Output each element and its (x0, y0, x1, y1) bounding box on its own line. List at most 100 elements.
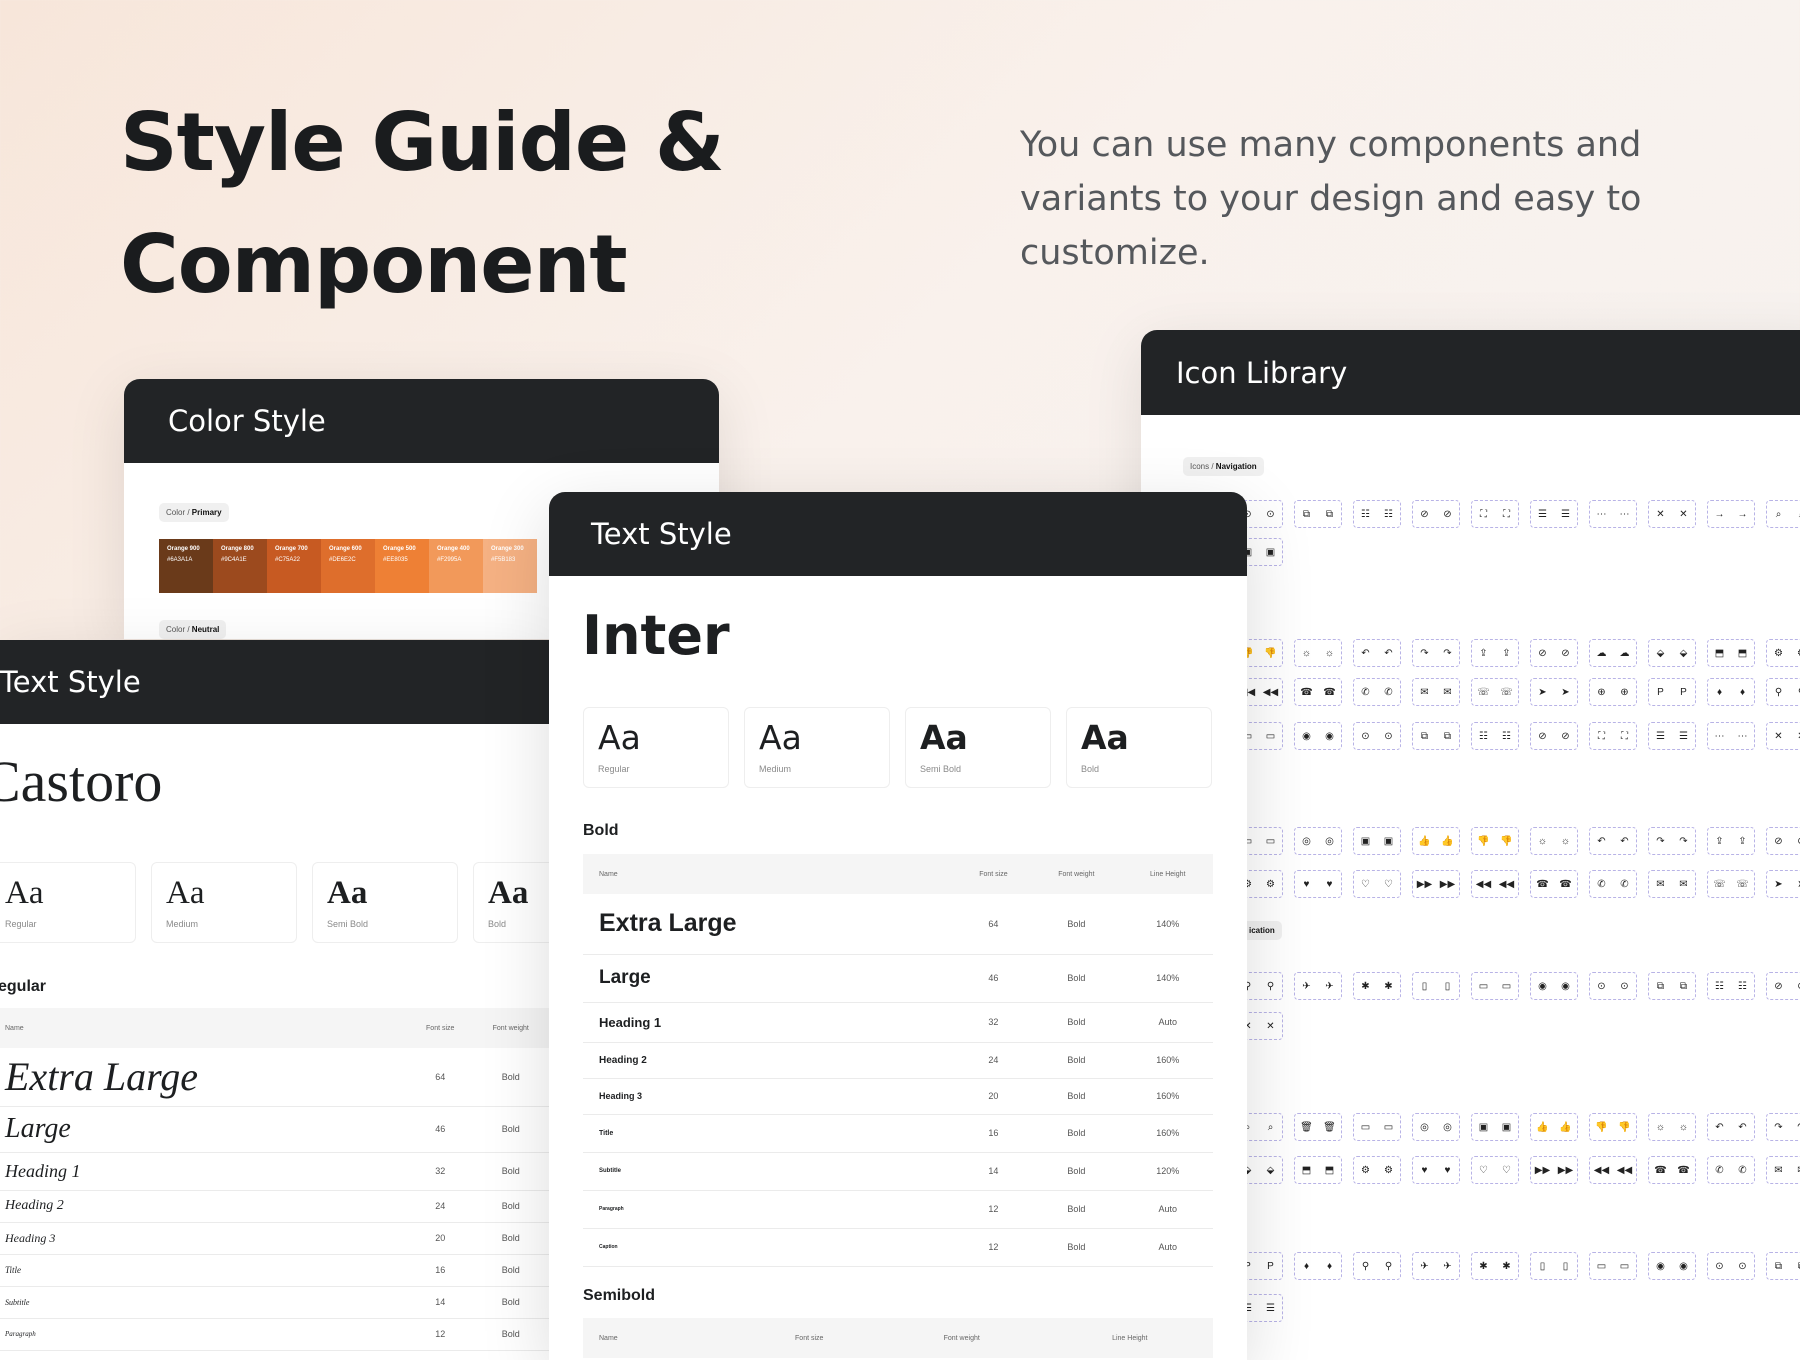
icon-cell[interactable]: ⧉⧉ (1294, 500, 1342, 528)
icon-cell[interactable]: ▭ ▭ (1471, 972, 1519, 1000)
icon-cell[interactable]: ◀◀ ◀◀ (1471, 870, 1519, 898)
icon-cell[interactable]: ☎ ☎ (1648, 1156, 1696, 1184)
icon-cell[interactable]: ⌕⌕ (1766, 500, 1800, 528)
icon-cell[interactable]: ⊙ ⊙ (1707, 1252, 1755, 1280)
icon-cell[interactable]: ⋯⋯ (1707, 722, 1755, 750)
icon-cell[interactable]: ♥ ♥ (1412, 1156, 1460, 1184)
icon-cell[interactable]: ☼ ☼ (1294, 639, 1342, 667)
icon-cell[interactable]: ▶▶ ▶▶ (1530, 1156, 1578, 1184)
icon-cell[interactable]: ➤➤ (1530, 678, 1578, 706)
icon-cell[interactable]: ↷↷ (1648, 827, 1696, 855)
icon-cell[interactable]: ⊘⊘ (1766, 972, 1800, 1000)
icon-cell[interactable]: ✉✉ (1648, 870, 1696, 898)
color-swatch[interactable]: Orange 400 #F2995A (429, 539, 483, 593)
icon-cell[interactable]: ◉◉ (1648, 1252, 1696, 1280)
icon-cell[interactable]: ◀◀ ◀◀ (1589, 1156, 1637, 1184)
icon-cell[interactable]: 👍👍 (1412, 827, 1460, 855)
icon-cell[interactable]: ▭ ▭ (1353, 1113, 1401, 1141)
icon-cell[interactable]: 👎 👎 (1589, 1113, 1637, 1141)
icon-cell[interactable]: ☎ ☎ (1530, 870, 1578, 898)
icon-cell[interactable]: ⛶⛶ (1471, 500, 1519, 528)
icon-glyph-8: ✕ (1774, 730, 1783, 742)
icon-cell[interactable]: ↷↷ (1766, 1113, 1800, 1141)
icon-cell[interactable]: ✈ ✈ (1294, 972, 1342, 1000)
icon-cell[interactable]: ♥ ♥ (1294, 870, 1342, 898)
icon-cell[interactable]: ☼ ☼ (1530, 827, 1578, 855)
icon-cell[interactable]: ☏ ☏ (1707, 870, 1755, 898)
icon-cell[interactable]: ♦♦ (1707, 678, 1755, 706)
color-swatch[interactable]: Orange 900 #6A3A1A (159, 539, 213, 593)
color-swatch[interactable]: Orange 700 #C75A22 (267, 539, 321, 593)
icon-cell[interactable]: ☰ ☰ (1530, 500, 1578, 528)
color-swatch[interactable]: Orange 300 #F5B183 (483, 539, 537, 593)
icon-cell[interactable]: ⧉⧉ (1766, 1252, 1800, 1280)
icon-cell[interactable]: ◉◉ (1530, 972, 1578, 1000)
icon-cell[interactable]: ✱ ✱ (1471, 1252, 1519, 1280)
icon-cell[interactable]: ⊘⊘ (1530, 722, 1578, 750)
icon-glyph-1: ⊙ (1597, 980, 1606, 992)
icon-cell[interactable]: PP (1648, 678, 1696, 706)
icon-cell[interactable]: ↶ ↶ (1589, 827, 1637, 855)
icon-cell[interactable]: ➤➤ (1766, 870, 1800, 898)
icon-cell[interactable]: ⧉⧉ (1412, 722, 1460, 750)
icon-cell[interactable]: ▭ ▭ (1589, 1252, 1637, 1280)
icon-cell[interactable]: ☷ ☷ (1471, 722, 1519, 750)
color-swatch[interactable]: Orange 600 #DE6E2C (321, 539, 375, 593)
icon-cell[interactable]: ⚙⚙ (1766, 639, 1800, 667)
icon-cell[interactable]: ⇪ ⇪ (1471, 639, 1519, 667)
icon-cell[interactable]: ◎◎ (1294, 827, 1342, 855)
icon-cell[interactable]: ⊘⊘ (1412, 500, 1460, 528)
icon-cell[interactable]: ✱ ✱ (1353, 972, 1401, 1000)
icon-cell[interactable]: ⊙ ⊙ (1589, 972, 1637, 1000)
icon-cell[interactable]: ⊙ ⊙ (1353, 722, 1401, 750)
icon-cell[interactable]: ☼ ☼ (1648, 1113, 1696, 1141)
icon-cell[interactable]: ✉✉ (1766, 1156, 1800, 1184)
row-weight: Bold (471, 1106, 550, 1153)
icon-cell[interactable]: ✆ ✆ (1589, 870, 1637, 898)
icon-cell[interactable]: ◎◎ (1412, 1113, 1460, 1141)
icon-cell[interactable]: ◉◉ (1294, 722, 1342, 750)
icon-cell[interactable]: ✆ ✆ (1707, 1156, 1755, 1184)
icon-cell[interactable]: ▣ ▣ (1353, 827, 1401, 855)
icon-cell[interactable]: ☰ ☰ (1648, 722, 1696, 750)
icon-cell[interactable]: ↶ ↶ (1353, 639, 1401, 667)
icon-cell[interactable]: 👎 👎 (1471, 827, 1519, 855)
icon-cell[interactable]: ⧉⧉ (1648, 972, 1696, 1000)
icon-cell[interactable]: ✕✕ (1648, 500, 1696, 528)
icon-cell[interactable]: ⊕⊕ (1589, 678, 1637, 706)
icon-cell[interactable]: ✆ ✆ (1353, 678, 1401, 706)
icon-cell[interactable]: ▯▯ (1530, 1252, 1578, 1280)
icon-cell[interactable]: ⚲⚲ (1353, 1252, 1401, 1280)
icon-cell[interactable]: 🗑🗑 (1294, 1113, 1342, 1141)
icon-cell[interactable]: ↷↷ (1412, 639, 1460, 667)
icon-cell[interactable]: ⇪ ⇪ (1707, 827, 1755, 855)
icon-cell[interactable]: ♦♦ (1294, 1252, 1342, 1280)
icon-cell[interactable]: ♡ ♡ (1471, 1156, 1519, 1184)
icon-cell[interactable]: ▣ ▣ (1471, 1113, 1519, 1141)
icon-cell[interactable]: ⬒⬒ (1707, 639, 1755, 667)
icon-cell[interactable]: ⋯⋯ (1589, 500, 1637, 528)
icon-cell[interactable]: ♡ ♡ (1353, 870, 1401, 898)
icon-cell[interactable]: ⬙ ⬙ (1648, 639, 1696, 667)
icon-cell[interactable]: →→ (1707, 500, 1755, 528)
icon-cell[interactable]: ⊘⊘ (1530, 639, 1578, 667)
icon-cell[interactable]: ☏ ☏ (1471, 678, 1519, 706)
icon-cell[interactable]: 👍👍 (1530, 1113, 1578, 1141)
icon-cell[interactable]: ✉✉ (1412, 678, 1460, 706)
icon-cell[interactable]: ▯▯ (1412, 972, 1460, 1000)
icon-cell[interactable]: ⛶⛶ (1589, 722, 1637, 750)
icon-cell[interactable]: ⚙⚙ (1353, 1156, 1401, 1184)
icon-cell[interactable]: ⚲⚲ (1766, 678, 1800, 706)
icon-cell[interactable]: ☁☁ (1589, 639, 1637, 667)
icon-cell[interactable]: ↶ ↶ (1707, 1113, 1755, 1141)
icon-cell[interactable]: ☷ ☷ (1707, 972, 1755, 1000)
icon-cell[interactable]: ▶▶ ▶▶ (1412, 870, 1460, 898)
icon-cell[interactable]: ⊘⊘ (1766, 827, 1800, 855)
icon-cell[interactable]: ⬒⬒ (1294, 1156, 1342, 1184)
icon-cell[interactable]: ☷ ☷ (1353, 500, 1401, 528)
color-swatch[interactable]: Orange 500 #EE8035 (375, 539, 429, 593)
icon-cell[interactable]: ✕✕ (1766, 722, 1800, 750)
icon-cell[interactable]: ☎ ☎ (1294, 678, 1342, 706)
icon-cell[interactable]: ✈ ✈ (1412, 1252, 1460, 1280)
color-swatch[interactable]: Orange 800 #9C4A1E (213, 539, 267, 593)
